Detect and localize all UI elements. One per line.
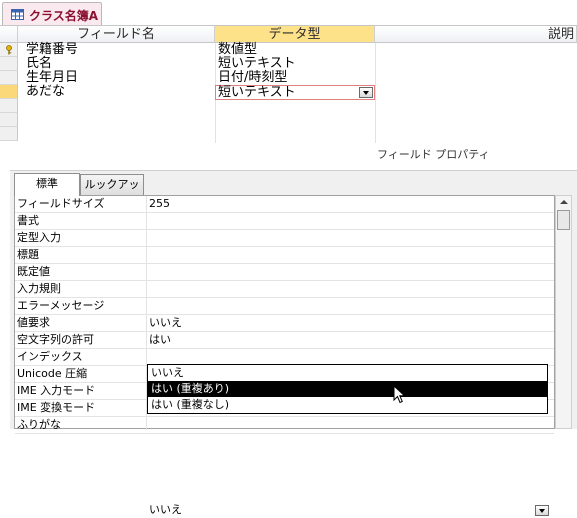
property-name: ふりがな (17, 418, 61, 431)
property-row[interactable]: 標題 (15, 247, 554, 264)
field-name-cell[interactable]: 学籍番号 (26, 43, 78, 57)
property-row[interactable]: 空文字列の許可 はい (15, 332, 554, 349)
table-row[interactable]: 生年月日 日付/時刻型 (0, 71, 577, 85)
table-icon (11, 9, 24, 20)
data-type-cell[interactable]: 数値型 (218, 43, 257, 57)
field-name-cell[interactable]: 氏名 (26, 57, 52, 71)
field-name-cell[interactable]: あだな (26, 85, 65, 99)
property-row[interactable]: 値要求 いいえ (15, 315, 554, 332)
property-row[interactable]: 入力規則 (15, 281, 554, 298)
property-name: フィールドサイズ (17, 197, 105, 210)
row-selector[interactable] (0, 71, 18, 85)
document-tab-strip: クラス名簿A (0, 0, 577, 26)
data-type-value: 短いテキスト (218, 85, 296, 100)
dropdown-option-yes-duplicates[interactable]: はい (重複あり) (148, 381, 547, 397)
table-design-grid: フィールド名 データ型 説明 学籍番号 数値型 氏名 短いテキスト 生年月日 日… (0, 26, 577, 143)
property-name: エラーメッセージ (17, 299, 105, 312)
index-dropdown-button[interactable] (535, 505, 549, 516)
property-row[interactable]: 書式 (15, 213, 554, 230)
row-selector-header[interactable] (0, 26, 18, 43)
field-name-cell[interactable]: 生年月日 (26, 71, 78, 85)
property-row[interactable]: 既定値 (15, 264, 554, 281)
property-name: 入力規則 (17, 282, 61, 295)
header-field-name: フィールド名 (18, 26, 215, 43)
table-row-empty[interactable] (0, 99, 577, 113)
property-row[interactable]: 定型入力 (15, 230, 554, 247)
index-value: いいえ (149, 503, 182, 516)
property-scrollbar[interactable] (555, 195, 572, 429)
data-type-dropdown-button[interactable] (359, 87, 373, 98)
property-name: IME 入力モード (17, 384, 96, 397)
property-name: 標題 (17, 248, 39, 261)
chevron-down-icon (539, 509, 545, 513)
index-combobox[interactable]: いいえ (146, 502, 554, 518)
dropdown-option-yes-no-duplicates[interactable]: はい (重複なし) (148, 397, 547, 413)
chevron-down-icon (363, 91, 369, 95)
table-row[interactable]: 学籍番号 数値型 (0, 43, 577, 57)
scroll-thumb[interactable] (557, 210, 570, 230)
property-name: 既定値 (17, 265, 50, 278)
row-selector[interactable] (0, 99, 18, 113)
property-row[interactable]: エラーメッセージ (15, 298, 554, 315)
tab-lookup[interactable]: ルックアップ (80, 174, 144, 211)
data-type-combobox[interactable]: 短いテキスト (215, 85, 375, 100)
field-properties-label: フィールド プロパティ (377, 148, 490, 161)
header-data-type: データ型 (215, 26, 375, 43)
primary-key-icon (6, 45, 12, 55)
property-value[interactable]: はい (149, 332, 171, 348)
property-name: インデックス (17, 350, 83, 363)
property-name: Unicode 圧縮 (17, 367, 88, 380)
row-selector-current[interactable] (0, 85, 18, 99)
row-selector[interactable] (0, 113, 18, 127)
row-selector[interactable] (0, 127, 18, 141)
tab-general[interactable]: 標準 (14, 173, 80, 196)
property-value[interactable]: 255 (149, 196, 170, 212)
index-dropdown-list: いいえ はい (重複あり) はい (重複なし) (147, 364, 548, 414)
property-name: IME 変換モード (17, 401, 96, 414)
property-row[interactable]: ふりがな (15, 417, 554, 434)
row-selector[interactable] (0, 43, 18, 57)
data-type-cell[interactable]: 短いテキスト (218, 57, 296, 71)
property-name: 値要求 (17, 316, 50, 329)
data-type-cell[interactable]: 日付/時刻型 (218, 71, 287, 85)
property-name: 書式 (17, 214, 39, 227)
scroll-up-icon[interactable] (560, 200, 568, 204)
property-row[interactable]: フィールドサイズ 255 (15, 196, 554, 213)
document-tab-title: クラス名簿A (29, 9, 99, 23)
row-selector[interactable] (0, 57, 18, 71)
dropdown-option-no[interactable]: いいえ (148, 365, 547, 381)
document-tab[interactable]: クラス名簿A (2, 2, 102, 25)
property-name: 定型入力 (17, 231, 61, 244)
property-value[interactable]: いいえ (149, 315, 182, 331)
mouse-pointer-icon (393, 385, 406, 404)
header-description: 説明 (375, 26, 577, 43)
table-row-empty[interactable] (0, 113, 577, 127)
table-row-current[interactable]: あだな 短いテキスト (0, 85, 577, 100)
table-row[interactable]: 氏名 短いテキスト (0, 57, 577, 71)
property-name: 空文字列の許可 (17, 333, 94, 346)
table-row-empty[interactable] (0, 127, 577, 141)
